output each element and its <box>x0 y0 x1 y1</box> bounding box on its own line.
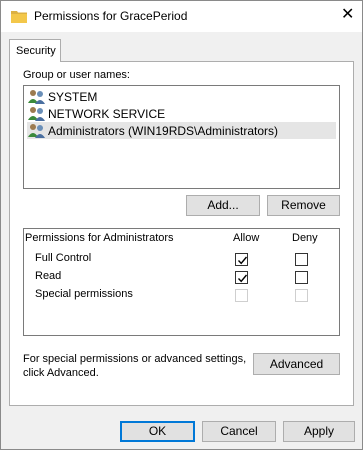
permission-row-special: Special permissions <box>24 286 339 304</box>
advanced-hint-line2: click Advanced. <box>23 367 99 379</box>
permission-row-full-control: Full Control <box>24 250 339 268</box>
users-icon <box>28 123 46 138</box>
permission-name: Special permissions <box>35 288 133 300</box>
list-item-administrators[interactable]: Administrators (WIN19RDS\Administrators) <box>27 122 336 139</box>
allow-checkbox-read[interactable] <box>235 271 248 284</box>
advanced-button[interactable]: Advanced <box>253 353 340 375</box>
permission-name: Read <box>35 270 62 282</box>
user-name: Administrators (WIN19RDS\Administrators) <box>48 124 279 138</box>
users-icon <box>28 106 46 121</box>
deny-checkbox-special <box>295 289 308 302</box>
window-title: Permissions for GracePeriod <box>34 9 188 23</box>
deny-checkbox-full-control[interactable] <box>295 253 308 266</box>
permission-name: Full Control <box>35 252 92 264</box>
permissions-dialog: Permissions for GracePeriod ✕ Security G… <box>0 0 363 450</box>
permissions-header: Permissions for Administrators <box>25 232 174 244</box>
list-item-network-service[interactable]: NETWORK SERVICE <box>27 105 336 122</box>
group-user-list[interactable]: SYSTEM NETWORK SERVICE Administrators (W… <box>23 85 340 189</box>
users-icon <box>28 89 46 104</box>
tab-security-label: Security <box>16 45 56 57</box>
allow-column-header: Allow <box>233 232 260 244</box>
ok-button[interactable]: OK <box>120 421 195 442</box>
close-icon[interactable]: ✕ <box>341 6 354 24</box>
add-button[interactable]: Add... <box>186 195 260 216</box>
allow-checkbox-special <box>235 289 248 302</box>
group-list-label: Group or user names: <box>23 69 130 81</box>
apply-button[interactable]: Apply <box>283 421 355 442</box>
permissions-list: Permissions for Administrators Allow Den… <box>23 228 340 336</box>
allow-checkbox-full-control[interactable] <box>235 253 248 266</box>
title-bar: Permissions for GracePeriod ✕ <box>1 1 362 32</box>
advanced-hint-line1: For special permissions or advanced sett… <box>23 353 247 365</box>
user-name: NETWORK SERVICE <box>48 107 166 121</box>
cancel-button[interactable]: Cancel <box>202 421 276 442</box>
user-name: SYSTEM <box>48 90 98 104</box>
deny-checkbox-read[interactable] <box>295 271 308 284</box>
folder-icon <box>11 9 27 23</box>
permission-row-read: Read <box>24 268 339 286</box>
deny-column-header: Deny <box>292 232 318 244</box>
remove-button[interactable]: Remove <box>267 195 340 216</box>
list-item-system[interactable]: SYSTEM <box>27 88 336 105</box>
tab-security[interactable]: Security <box>9 39 61 62</box>
